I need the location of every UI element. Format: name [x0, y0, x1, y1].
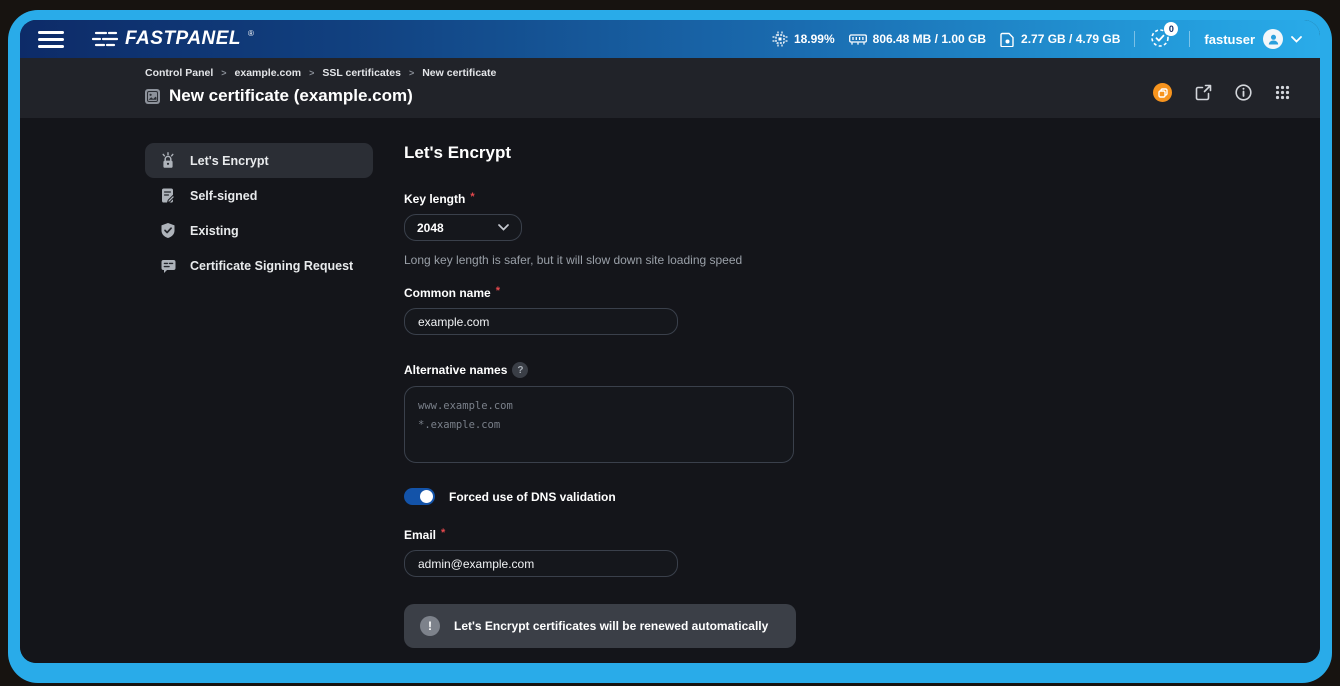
apps-grid-icon[interactable] [1275, 85, 1290, 100]
certificate-type-sidebar: Let's Encrypt Self-signed [145, 143, 373, 663]
info-banner: ! Let's Encrypt certificates will be ren… [404, 604, 796, 648]
username-label: fastuser [1204, 32, 1255, 47]
page-header: Control Panel > example.com > SSL certif… [20, 58, 1320, 118]
shield-check-icon [159, 222, 177, 239]
exclamation-icon: ! [420, 616, 440, 636]
info-icon[interactable] [1235, 84, 1252, 101]
breadcrumb-site[interactable]: example.com [235, 67, 302, 79]
ram-usage-stat: 806.48 MB / 1.00 GB [849, 32, 986, 46]
chevron-down-icon [498, 224, 509, 231]
top-navigation-bar: FASTPANEL ® 18.99% [20, 20, 1320, 58]
ram-usage-value: 806.48 MB / 1.00 GB [873, 32, 986, 46]
dns-validation-label: Forced use of DNS validation [449, 490, 616, 504]
external-link-icon[interactable] [1195, 84, 1212, 101]
alternative-names-textarea[interactable] [404, 386, 794, 463]
sidebar-item-label: Existing [190, 224, 239, 238]
hamburger-menu-icon[interactable] [38, 31, 64, 48]
info-banner-text: Let's Encrypt certificates will be renew… [454, 619, 768, 633]
breadcrumb-separator: > [409, 68, 414, 78]
key-length-help-text: Long key length is safer, but it will sl… [404, 253, 796, 267]
tasks-count-badge: 0 [1164, 22, 1178, 36]
common-name-input[interactable] [404, 308, 678, 335]
required-asterisk: * [470, 191, 474, 203]
user-menu[interactable]: fastuser [1204, 29, 1302, 49]
certificate-image-icon [145, 89, 160, 104]
logo-text: FASTPANEL [125, 28, 241, 50]
sidebar-item-self-signed[interactable]: Self-signed [145, 178, 373, 213]
cpu-icon [772, 31, 788, 47]
lets-encrypt-form: Let's Encrypt Key length * 2048 Long key… [404, 143, 796, 663]
nav-divider [1134, 31, 1135, 47]
email-input[interactable] [404, 550, 678, 577]
logo-equalizer-icon [92, 31, 118, 47]
header-action-icons [1153, 67, 1290, 106]
ram-icon [849, 33, 867, 46]
person-icon [1267, 33, 1280, 46]
sidebar-item-existing[interactable]: Existing [145, 213, 373, 248]
app-window: FASTPANEL ® 18.99% [20, 20, 1320, 663]
breadcrumb-control-panel[interactable]: Control Panel [145, 67, 213, 79]
header-left: Control Panel > example.com > SSL certif… [145, 67, 496, 106]
tasks-button[interactable]: 0 [1149, 27, 1175, 51]
self-signed-document-icon [159, 187, 177, 204]
cpu-usage-value: 18.99% [794, 32, 835, 46]
form-heading: Let's Encrypt [404, 143, 796, 163]
sidebar-item-label: Certificate Signing Request [190, 259, 353, 273]
breadcrumb-separator: > [221, 68, 226, 78]
common-name-label: Common name * [404, 286, 796, 300]
avatar [1263, 29, 1283, 49]
disk-icon [1000, 32, 1015, 47]
title-row: New certificate (example.com) [145, 86, 496, 106]
alternative-names-label: Alternative names ? [404, 362, 796, 378]
lets-encrypt-padlock-icon [159, 152, 177, 169]
disk-usage-stat: 2.77 GB / 4.79 GB [1000, 32, 1120, 47]
window-frame: FASTPANEL ® 18.99% [8, 10, 1332, 683]
help-question-badge[interactable]: ? [512, 362, 528, 378]
breadcrumb-new-certificate: New certificate [422, 67, 496, 79]
key-length-label: Key length * [404, 192, 796, 206]
main-content: Let's Encrypt Self-signed [20, 118, 1320, 663]
required-asterisk: * [496, 285, 500, 297]
nav-divider [1189, 31, 1190, 47]
sidebar-item-label: Let's Encrypt [190, 154, 269, 168]
sidebar-item-csr[interactable]: Certificate Signing Request [145, 248, 373, 283]
key-length-selected-value: 2048 [417, 221, 444, 235]
breadcrumb: Control Panel > example.com > SSL certif… [145, 67, 496, 79]
chevron-down-icon [1291, 36, 1302, 43]
required-asterisk: * [441, 527, 445, 539]
breadcrumb-separator: > [309, 68, 314, 78]
dns-validation-row: Forced use of DNS validation [404, 488, 796, 505]
dns-validation-toggle[interactable] [404, 488, 435, 505]
cpu-usage-stat: 18.99% [772, 31, 835, 47]
disk-usage-value: 2.77 GB / 4.79 GB [1021, 32, 1120, 46]
page-title: New certificate (example.com) [169, 86, 413, 106]
nav-status-area: 18.99% 806.48 MB / 1.00 GB [772, 27, 1302, 51]
whats-new-icon[interactable] [1153, 83, 1172, 102]
email-label: Email * [404, 528, 796, 542]
key-length-select[interactable]: 2048 [404, 214, 522, 241]
csr-form-icon [159, 258, 177, 274]
fastpanel-logo[interactable]: FASTPANEL ® [92, 28, 254, 50]
sidebar-item-lets-encrypt[interactable]: Let's Encrypt [145, 143, 373, 178]
toggle-knob [420, 490, 433, 503]
breadcrumb-ssl-certificates[interactable]: SSL certificates [322, 67, 401, 79]
sidebar-item-label: Self-signed [190, 189, 257, 203]
logo-registered-mark: ® [248, 29, 254, 38]
